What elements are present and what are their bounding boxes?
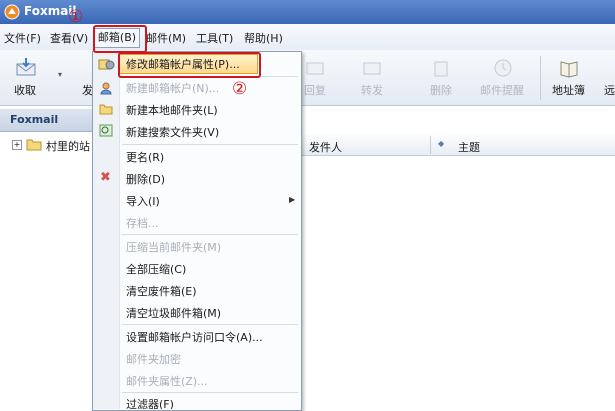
annotation-box-menu	[93, 25, 147, 53]
delete-x-icon: ✖	[100, 170, 111, 185]
menu-separator	[122, 144, 298, 145]
more-button-partial[interactable]: 远	[604, 82, 615, 98]
reply-button[interactable]: 回复	[304, 82, 326, 98]
forward-icon	[363, 62, 381, 75]
title-bar	[0, 0, 615, 24]
menu-item-rename[interactable]: 更名(R)	[126, 149, 164, 165]
subject-column-header[interactable]: 主题	[458, 139, 480, 155]
annotation-box-item	[118, 52, 261, 78]
foxmail-logo-icon	[4, 4, 20, 20]
delete-mail-icon	[434, 61, 448, 77]
menu-item-empty-junk[interactable]: 清空垃圾邮件箱(M)	[126, 305, 221, 321]
menu-tools[interactable]: 工具(T)	[196, 30, 233, 46]
menu-item-account-password[interactable]: 设置邮箱帐户访问口令(A)...	[126, 329, 263, 345]
account-properties-icon	[98, 59, 115, 70]
menu-item-filter[interactable]: 过滤器(F)	[126, 396, 174, 409]
address-book-icon[interactable]	[558, 58, 580, 78]
menu-item-compress-current[interactable]: 压缩当前邮件夹(M)	[126, 239, 221, 255]
reply-icon	[306, 62, 324, 75]
mail-list-header	[298, 135, 615, 156]
menu-item-new-search-folder[interactable]: 新建搜索文件夹(V)	[126, 124, 219, 140]
folder-pane-title: Foxmail	[10, 113, 59, 126]
toolbar-divider	[540, 56, 541, 100]
menu-mail[interactable]: 邮件(M)	[146, 30, 186, 46]
address-book-button[interactable]: 地址簿	[552, 82, 585, 98]
sort-diamond-icon[interactable]: ◆	[438, 139, 444, 148]
reminder-clock-icon	[494, 59, 512, 77]
annotation-step-1: ①	[68, 7, 84, 27]
menu-item-empty-trash[interactable]: 清空废件箱(E)	[126, 283, 197, 299]
menu-help[interactable]: 帮助(H)	[244, 30, 283, 46]
menu-item-folder-properties[interactable]: 邮件夹属性(Z)...	[126, 373, 208, 389]
menu-separator	[122, 324, 298, 325]
menu-item-delete[interactable]: 删除(D)	[126, 171, 165, 187]
submenu-arrow-icon: ▶	[289, 195, 296, 204]
expand-toggle-icon[interactable]: +	[12, 140, 22, 150]
menu-item-compress-all[interactable]: 全部压缩(C)	[126, 261, 186, 277]
menu-item-import[interactable]: 导入(I)	[126, 193, 160, 209]
account-folder-icon	[26, 139, 42, 151]
column-divider	[430, 136, 431, 154]
forward-button[interactable]: 转发	[361, 82, 383, 98]
reminder-button[interactable]: 邮件提醒	[480, 82, 524, 98]
menu-item-archive[interactable]: 存档...	[126, 215, 159, 231]
menu-separator	[122, 392, 298, 393]
sender-column-header[interactable]: 发件人	[309, 139, 342, 155]
new-local-folder-icon	[99, 104, 113, 115]
search-folder-icon	[99, 124, 113, 137]
receive-button[interactable]: 收取	[14, 82, 36, 98]
menu-separator	[122, 234, 298, 235]
menu-item-folder-encrypt[interactable]: 邮件夹加密	[126, 351, 181, 367]
delete-button[interactable]: 删除	[430, 82, 452, 98]
receive-mail-icon[interactable]	[15, 58, 37, 78]
new-account-icon	[100, 82, 112, 95]
menu-view[interactable]: 查看(V)	[50, 30, 88, 46]
receive-dropdown-icon[interactable]: ▾	[58, 70, 62, 79]
account-name[interactable]: 村里的站	[46, 138, 90, 154]
menu-file[interactable]: 文件(F)	[4, 30, 41, 46]
menu-item-new-account[interactable]: 新建邮箱帐户(N)...	[126, 80, 219, 96]
menu-item-new-local-folder[interactable]: 新建本地邮件夹(L)	[126, 102, 218, 118]
annotation-step-2: ②	[232, 79, 248, 99]
